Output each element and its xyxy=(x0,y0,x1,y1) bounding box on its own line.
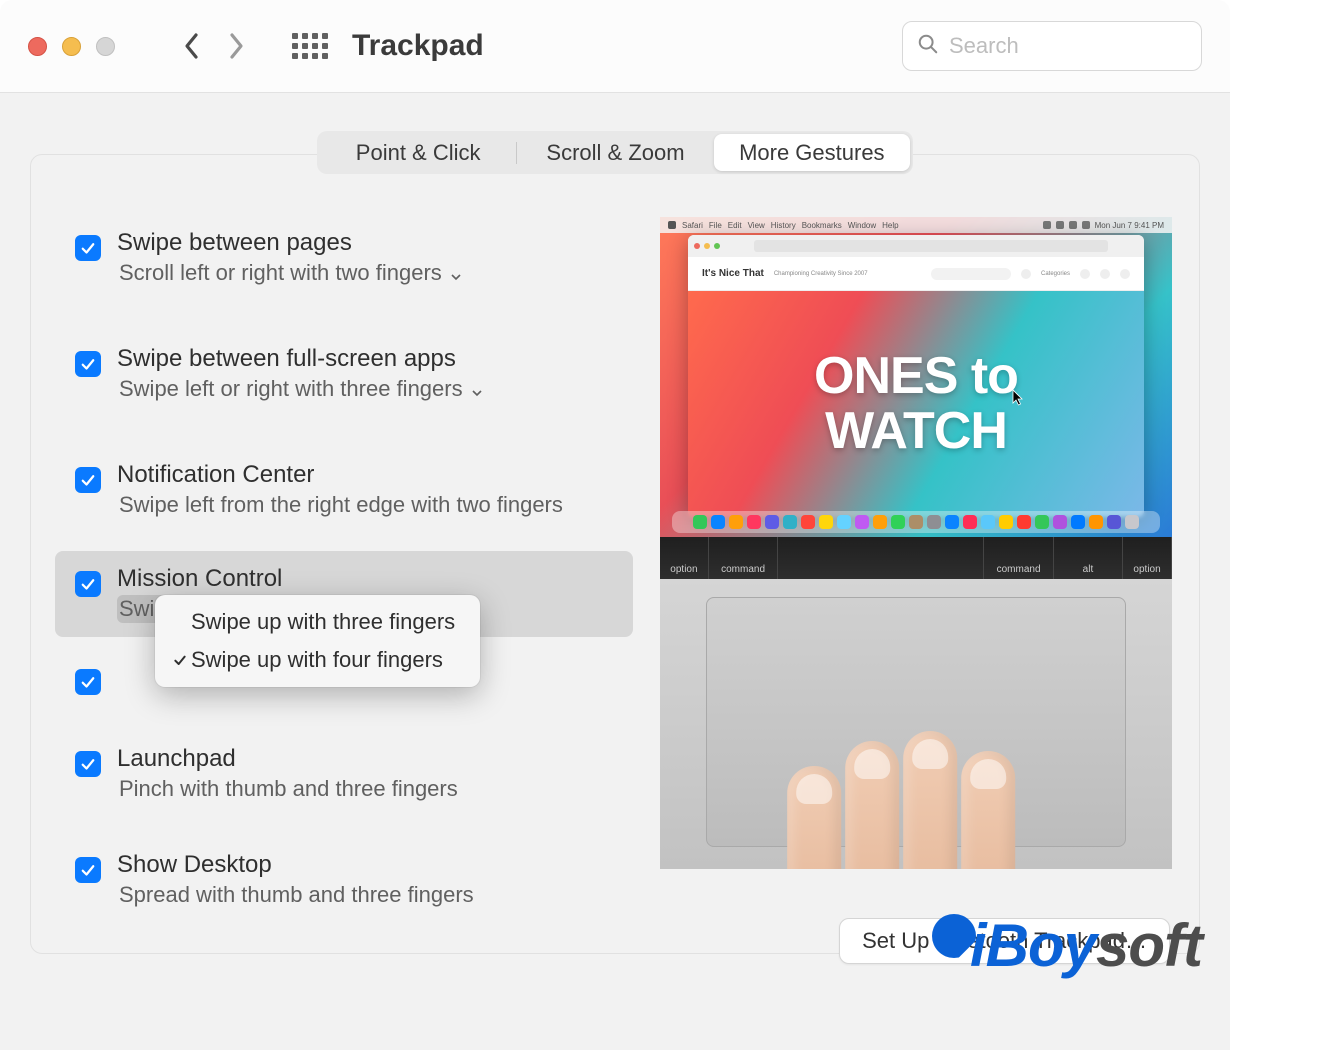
dock-app-icon xyxy=(1089,515,1103,529)
dock-app-icon xyxy=(855,515,869,529)
option-notification-center: Notification Center Swipe left from the … xyxy=(55,447,633,533)
preview-dock xyxy=(672,511,1160,533)
dock-app-icon xyxy=(729,515,743,529)
tab-scroll-and-zoom[interactable]: Scroll & Zoom xyxy=(517,134,713,171)
preview-illustration: Safari File Edit View History Bookmarks … xyxy=(660,217,1172,869)
close-window-button[interactable] xyxy=(28,37,47,56)
tab-point-and-click[interactable]: Point & Click xyxy=(320,134,516,171)
dock-app-icon xyxy=(1035,515,1049,529)
preview-browser: It's Nice That Championing Creativity Si… xyxy=(688,235,1144,517)
dock-app-icon xyxy=(927,515,941,529)
preview-screen: Safari File Edit View History Bookmarks … xyxy=(660,217,1172,537)
toolbar: Trackpad xyxy=(0,0,1230,93)
preview-hero-text: ONES to WATCH xyxy=(814,349,1018,458)
dock-app-icon xyxy=(747,515,761,529)
tab-bar: Point & Click Scroll & Zoom More Gesture… xyxy=(317,131,913,174)
grid-icon xyxy=(292,33,328,59)
dock-app-icon xyxy=(873,515,887,529)
minimize-window-button[interactable] xyxy=(62,37,81,56)
dock-app-icon xyxy=(693,515,707,529)
option-swipe-between-apps: Swipe between full-screen apps Swipe lef… xyxy=(55,331,633,417)
option-title: Notification Center xyxy=(117,461,571,489)
option-show-desktop: Show Desktop Spread with thumb and three… xyxy=(55,837,633,923)
search-field[interactable] xyxy=(902,21,1202,71)
option-title: Launchpad xyxy=(117,745,466,773)
option-subtitle: Spread with thumb and three fingers xyxy=(117,881,482,909)
checkbox-swipe-between-apps[interactable] xyxy=(75,351,101,377)
dock-app-icon xyxy=(765,515,779,529)
settings-panel: Swipe between pages Scroll left or right… xyxy=(30,154,1200,954)
search-icon xyxy=(917,33,939,60)
cursor-icon xyxy=(1012,389,1024,407)
dock-app-icon xyxy=(999,515,1013,529)
preview-trackpad-area xyxy=(660,579,1172,869)
preview-menubar: Safari File Edit View History Bookmarks … xyxy=(660,217,1172,233)
status-icon xyxy=(1043,221,1051,229)
preview-keyboard: option command command alt option xyxy=(660,537,1172,579)
dock-app-icon xyxy=(981,515,995,529)
mission-control-dropdown-menu: Swipe up with three fingers Swipe up wit… xyxy=(155,595,480,687)
dock-app-icon xyxy=(1107,515,1121,529)
setup-bluetooth-trackpad-button[interactable]: Set Up Bluetooth Trackpad… xyxy=(839,918,1170,964)
gesture-preview: Safari File Edit View History Bookmarks … xyxy=(657,215,1175,923)
checkbox-notification-center[interactable] xyxy=(75,467,101,493)
option-title: Show Desktop xyxy=(117,851,482,879)
traffic-lights xyxy=(28,37,115,56)
status-icon xyxy=(1082,221,1090,229)
checkbox-swipe-between-pages[interactable] xyxy=(75,235,101,261)
option-title: Swipe between pages xyxy=(117,229,472,257)
options-column: Swipe between pages Scroll left or right… xyxy=(55,215,633,923)
checkbox-obscured[interactable] xyxy=(75,669,101,695)
option-subtitle-dropdown[interactable]: Swipe left or right with three fingers xyxy=(117,375,493,403)
back-button[interactable] xyxy=(170,24,214,68)
menu-item-three-fingers[interactable]: Swipe up with three fingers xyxy=(155,603,480,641)
dock-app-icon xyxy=(711,515,725,529)
dock-app-icon xyxy=(1017,515,1031,529)
dock-app-icon xyxy=(891,515,905,529)
option-launchpad: Launchpad Pinch with thumb and three fin… xyxy=(55,731,633,817)
chevron-down-icon xyxy=(448,265,464,281)
preview-trackpad xyxy=(706,597,1126,847)
page-title: Trackpad xyxy=(352,29,484,63)
tab-more-gestures[interactable]: More Gestures xyxy=(714,134,910,171)
preview-hand xyxy=(787,716,1067,869)
dock-app-icon xyxy=(1071,515,1085,529)
dock-app-icon xyxy=(1053,515,1067,529)
dock-app-icon xyxy=(783,515,797,529)
zoom-window-button[interactable] xyxy=(96,37,115,56)
status-icon xyxy=(1056,221,1064,229)
preferences-window: Trackpad Point & Click Scroll & Zoom Mor… xyxy=(0,0,1230,1050)
checkbox-launchpad[interactable] xyxy=(75,751,101,777)
dock-app-icon xyxy=(819,515,833,529)
check-icon xyxy=(169,652,191,668)
dock-app-icon xyxy=(1125,515,1139,529)
option-title: Swipe between full-screen apps xyxy=(117,345,493,373)
dock-app-icon xyxy=(909,515,923,529)
apple-icon xyxy=(668,221,676,229)
search-icon xyxy=(1021,269,1031,279)
forward-button[interactable] xyxy=(214,24,258,68)
dock-app-icon xyxy=(963,515,977,529)
show-all-prefs-button[interactable] xyxy=(288,24,332,68)
option-subtitle: Swipe left from the right edge with two … xyxy=(117,491,571,519)
dock-app-icon xyxy=(801,515,815,529)
chevron-down-icon xyxy=(469,381,485,397)
checkbox-show-desktop[interactable] xyxy=(75,857,101,883)
option-title: Mission Control xyxy=(117,565,401,593)
option-subtitle-dropdown[interactable]: Scroll left or right with two fingers xyxy=(117,259,472,287)
content-area: Point & Click Scroll & Zoom More Gesture… xyxy=(0,93,1230,1050)
status-icon xyxy=(1069,221,1077,229)
menu-item-four-fingers[interactable]: Swipe up with four fingers xyxy=(155,641,480,679)
dock-app-icon xyxy=(837,515,851,529)
checkbox-mission-control[interactable] xyxy=(75,571,101,597)
option-swipe-between-pages: Swipe between pages Scroll left or right… xyxy=(55,215,633,301)
search-input[interactable] xyxy=(949,33,1237,59)
option-subtitle: Pinch with thumb and three fingers xyxy=(117,775,466,803)
dock-app-icon xyxy=(945,515,959,529)
